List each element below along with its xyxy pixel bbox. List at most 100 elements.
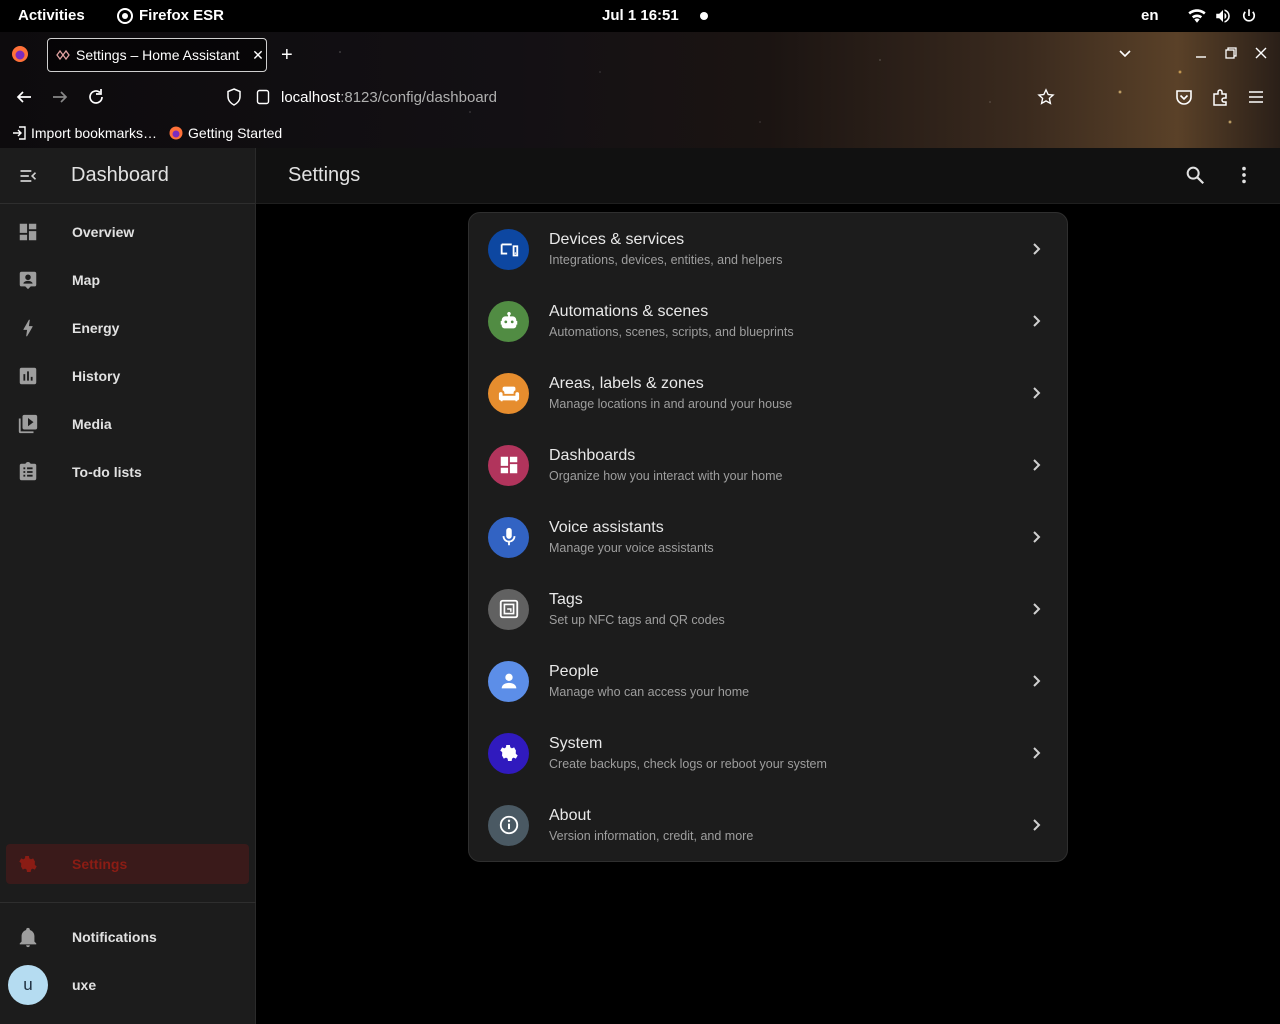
- dots-vertical-icon: [1242, 166, 1246, 184]
- shield-icon[interactable]: [226, 88, 242, 106]
- row-text: Areas, labels & zones Manage locations i…: [549, 375, 792, 411]
- row-text: About Version information, credit, and m…: [549, 807, 753, 843]
- maximize-button[interactable]: [1224, 46, 1238, 60]
- settings-row-devices[interactable]: Devices & services Integrations, devices…: [469, 213, 1067, 285]
- firefox-view-icon[interactable]: [11, 45, 29, 63]
- overflow-menu-button[interactable]: [1233, 164, 1255, 186]
- url-bar[interactable]: localhost:8123/config/dashboard: [222, 82, 1072, 112]
- settings-row-people[interactable]: People Manage who can access your home: [469, 645, 1067, 717]
- import-icon: [13, 126, 26, 140]
- minimize-button[interactable]: [1194, 46, 1208, 60]
- sidebar-toggle-button[interactable]: [0, 148, 56, 204]
- star-icon: [1037, 88, 1055, 105]
- chevron-right-icon: [1029, 530, 1043, 544]
- lightning-icon: [6, 317, 50, 339]
- settings-row-system[interactable]: System Create backups, check logs or reb…: [469, 717, 1067, 789]
- bookmark-getting-started[interactable]: Getting Started: [169, 125, 282, 141]
- activities-button[interactable]: Activities: [18, 7, 85, 24]
- settings-row-about[interactable]: About Version information, credit, and m…: [469, 789, 1067, 861]
- new-tab-button[interactable]: +: [281, 44, 293, 67]
- extensions-button[interactable]: [1211, 88, 1229, 106]
- arrow-left-icon: [16, 91, 31, 103]
- settings-row-dashboards[interactable]: Dashboards Organize how you interact wit…: [469, 429, 1067, 501]
- restore-icon: [1225, 47, 1237, 59]
- clock[interactable]: Jul 1 16:51: [602, 7, 679, 24]
- chevron-right-icon: [1029, 674, 1043, 688]
- puzzle-icon: [1213, 89, 1227, 106]
- robot-icon: [488, 300, 529, 342]
- settings-row-voice-assistants[interactable]: Voice assistants Manage your voice assis…: [469, 501, 1067, 573]
- sidebar-item-history[interactable]: History: [6, 356, 249, 396]
- row-title: Dashboards: [549, 447, 636, 464]
- row-subtitle: Manage locations in and around your hous…: [549, 397, 793, 411]
- chevron-right-icon: [1029, 242, 1043, 256]
- microphone-icon: [488, 516, 529, 558]
- settings-row-automations[interactable]: Automations & scenes Automations, scenes…: [469, 285, 1067, 357]
- home-assistant-favicon-icon: [56, 49, 70, 61]
- reload-button[interactable]: [87, 88, 105, 106]
- menu-open-icon: [20, 169, 37, 182]
- app-menu-button[interactable]: [1247, 88, 1265, 106]
- sidebar-item-energy[interactable]: Energy: [6, 308, 249, 348]
- row-text: Devices & services Integrations, devices…: [549, 231, 782, 267]
- url-text: localhost:8123/config/dashboard: [281, 89, 497, 106]
- sidebar-item-label: History: [72, 368, 121, 384]
- sidebar-item-notifications[interactable]: Notifications: [6, 917, 249, 957]
- sidebar-item-todo[interactable]: To-do lists: [6, 452, 249, 492]
- bookmarks-toolbar: Import bookmarks… Getting Started: [0, 120, 282, 146]
- avatar: u: [8, 965, 48, 1005]
- close-icon: [1255, 47, 1267, 59]
- system-top-bar: Activities Firefox ESR Jul 1 16:51 en: [0, 0, 1280, 32]
- row-subtitle: Manage who can access your home: [549, 685, 750, 699]
- sidebar-item-label: Overview: [72, 224, 135, 240]
- forward-button[interactable]: [51, 88, 69, 106]
- back-button[interactable]: [15, 88, 33, 106]
- row-subtitle: Organize how you interact with your home: [549, 469, 783, 483]
- tab-close-icon[interactable]: ✕: [250, 47, 266, 64]
- row-subtitle: Create backups, check logs or reboot you…: [549, 757, 827, 771]
- page-info-icon[interactable]: [256, 89, 270, 105]
- pocket-icon: [1176, 90, 1192, 105]
- hamburger-icon: [1249, 91, 1263, 103]
- row-subtitle: Version information, credit, and more: [549, 829, 754, 843]
- sidebar-title: Dashboard: [71, 164, 169, 186]
- search-button[interactable]: [1184, 164, 1206, 186]
- row-text: People Manage who can access your home: [549, 663, 749, 699]
- firefox-icon: [169, 126, 183, 140]
- settings-row-areas[interactable]: Areas, labels & zones Manage locations i…: [469, 357, 1067, 429]
- row-title: Areas, labels & zones: [549, 375, 704, 392]
- app-menu[interactable]: Firefox ESR: [117, 7, 224, 24]
- bookmark-star-button[interactable]: [1037, 88, 1055, 106]
- pocket-button[interactable]: [1175, 88, 1193, 106]
- input-language[interactable]: en: [1141, 7, 1159, 24]
- row-title: Automations & scenes: [549, 303, 709, 320]
- sidebar-item-overview[interactable]: Overview: [6, 212, 249, 252]
- settings-card: Devices & services Integrations, devices…: [468, 212, 1068, 862]
- sidebar-item-settings[interactable]: Settings: [6, 844, 249, 884]
- reload-icon: [89, 89, 103, 104]
- sidebar-item-map[interactable]: Map: [6, 260, 249, 300]
- volume-icon: [1216, 9, 1230, 23]
- play-box-multiple-icon: [6, 413, 50, 435]
- sidebar-item-media[interactable]: Media: [6, 404, 249, 444]
- bookmark-import[interactable]: Import bookmarks…: [12, 125, 157, 141]
- row-text: System Create backups, check logs or reb…: [549, 735, 827, 771]
- browser-tab[interactable]: Settings – Home Assistant ✕: [47, 38, 267, 72]
- close-window-button[interactable]: [1254, 46, 1268, 60]
- sidebar-item-profile[interactable]: u uxe: [6, 965, 249, 1005]
- row-title: About: [549, 807, 591, 824]
- system-tray[interactable]: [1188, 7, 1258, 25]
- url-host: localhost: [281, 88, 341, 106]
- devices-icon: [488, 228, 529, 270]
- bookmark-label: Getting Started: [188, 125, 283, 141]
- row-text: Tags Set up NFC tags and QR codes: [549, 591, 725, 627]
- row-subtitle: Integrations, devices, entities, and hel…: [549, 253, 783, 267]
- page-title: Settings: [288, 164, 361, 186]
- row-subtitle: Manage your voice assistants: [549, 541, 714, 555]
- tab-list-button[interactable]: [1118, 46, 1132, 60]
- home-assistant-app: Dashboard Overview Map Energy History Me…: [0, 148, 1280, 1024]
- bookmark-label: Import bookmarks…: [31, 125, 158, 141]
- settings-row-tags[interactable]: Tags Set up NFC tags and QR codes: [469, 573, 1067, 645]
- row-text: Voice assistants Manage your voice assis…: [549, 519, 714, 555]
- row-title: People: [549, 663, 599, 680]
